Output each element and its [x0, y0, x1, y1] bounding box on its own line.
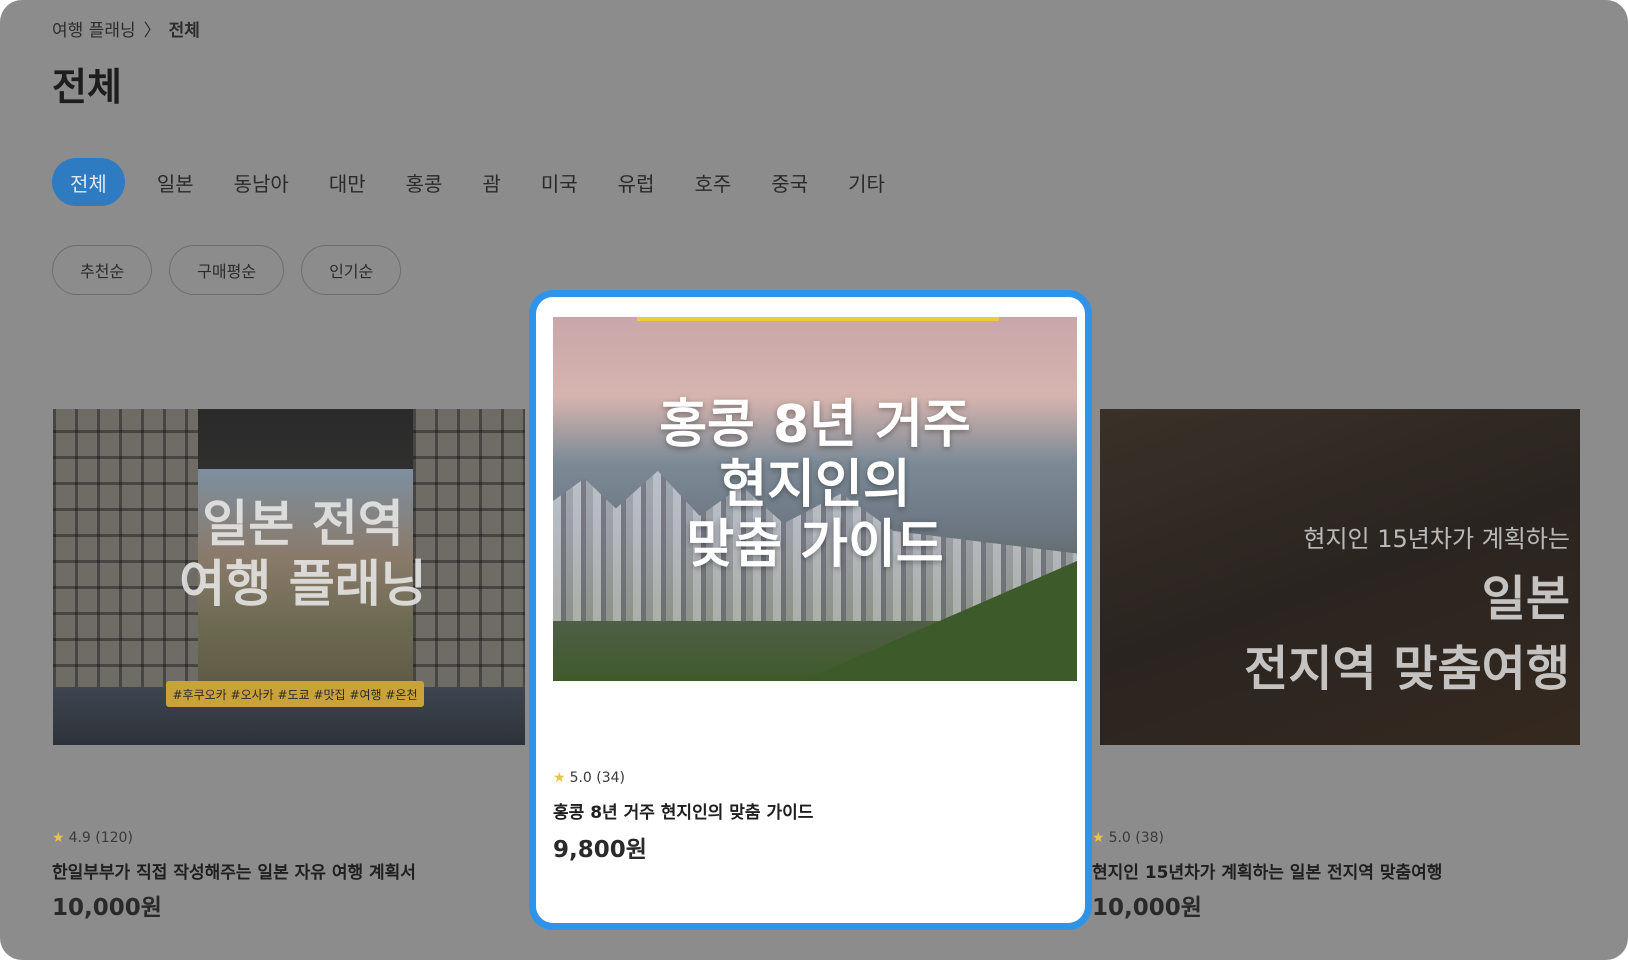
breadcrumb-parent[interactable]: 여행 플래닝 — [52, 16, 136, 41]
tab-hongkong[interactable]: 홍콩 — [382, 158, 459, 206]
product-title[interactable]: 한일부부가 직접 작성해주는 일본 자유 여행 계획서 — [52, 858, 416, 883]
product-price: 9,800원 — [553, 837, 647, 863]
sort-recommended-button[interactable]: 추천순 — [52, 245, 153, 295]
breadcrumb-current: 전체 — [168, 21, 200, 41]
sort-popular-button[interactable]: 인기순 — [301, 245, 402, 295]
star-icon: ★ — [1092, 830, 1105, 846]
tab-usa[interactable]: 미국 — [517, 158, 594, 206]
breadcrumb: 여행 플래닝 〉 전체 — [52, 16, 200, 41]
image-overlay-title: 일본 — [1481, 571, 1570, 627]
sort-options: 추천순 구매평순 인기순 — [52, 245, 402, 295]
product-rating: ★ 4.9 (120) — [52, 830, 133, 846]
category-tabs: 전체 일본 동남아 대만 홍콩 괌 미국 유럽 호주 중국 기타 — [52, 158, 901, 206]
tab-australia[interactable]: 호주 — [670, 158, 747, 206]
product-rating: ★ 5.0 (34) — [553, 770, 626, 786]
tab-all[interactable]: 전체 — [52, 158, 125, 206]
product-rating: ★ 5.0 (38) — [1092, 830, 1165, 846]
product-image-japan-custom[interactable]: 현지인 15년차가 계획하는 일본 전지역 맞춤여행 — [1100, 409, 1580, 745]
image-tag-bar: #후쿠오카 #오사카 #도쿄 #맛집 #여행 #온천 — [166, 681, 424, 707]
image-overlay-title: 홍콩 8년 거주 현지인의 맞춤 가이드 — [659, 395, 971, 575]
product-price: 10,000원 — [1092, 895, 1202, 921]
star-icon: ★ — [553, 770, 566, 786]
product-image-hongkong[interactable]: 홍콩 8년 거주 현지인의 맞춤 가이드 — [553, 317, 1077, 681]
product-title[interactable]: 현지인 15년차가 계획하는 일본 전지역 맞춤여행 — [1092, 858, 1442, 883]
star-icon: ★ — [52, 830, 65, 846]
image-overlay-title-2: 전지역 맞춤여행 — [1244, 641, 1570, 697]
tab-china[interactable]: 중국 — [747, 158, 824, 206]
page-title: 전체 — [52, 65, 122, 109]
breadcrumb-separator-icon: 〉 — [143, 21, 161, 41]
tab-southeast-asia[interactable]: 동남아 — [210, 158, 305, 206]
tab-europe[interactable]: 유럽 — [594, 158, 671, 206]
sort-reviews-button[interactable]: 구매평순 — [169, 245, 285, 295]
image-overlay-subtitle: 현지인 15년차가 계획하는 — [1303, 525, 1570, 553]
tab-taiwan[interactable]: 대만 — [305, 158, 382, 206]
image-top-accent-line — [637, 317, 999, 321]
product-image-japan-planning[interactable]: 일본 전역 여행 플래닝 #후쿠오카 #오사카 #도쿄 #맛집 #여행 #온천 — [53, 409, 525, 745]
featured-product-card[interactable]: 홍콩 8년 거주 현지인의 맞춤 가이드 ★ 5.0 (34) 홍콩 8년 거주… — [529, 290, 1092, 930]
tab-etc[interactable]: 기타 — [824, 158, 901, 206]
product-title[interactable]: 홍콩 8년 거주 현지인의 맞춤 가이드 — [553, 798, 813, 823]
product-price: 10,000원 — [52, 895, 162, 921]
tab-guam[interactable]: 괌 — [458, 158, 516, 206]
page-background-dimmed: 여행 플래닝 〉 전체 전체 전체 일본 동남아 대만 홍콩 괌 미국 유럽 호… — [0, 0, 1628, 960]
tab-japan[interactable]: 일본 — [133, 158, 210, 206]
image-overlay-title: 일본 전역 여행 플래닝 — [179, 495, 427, 613]
